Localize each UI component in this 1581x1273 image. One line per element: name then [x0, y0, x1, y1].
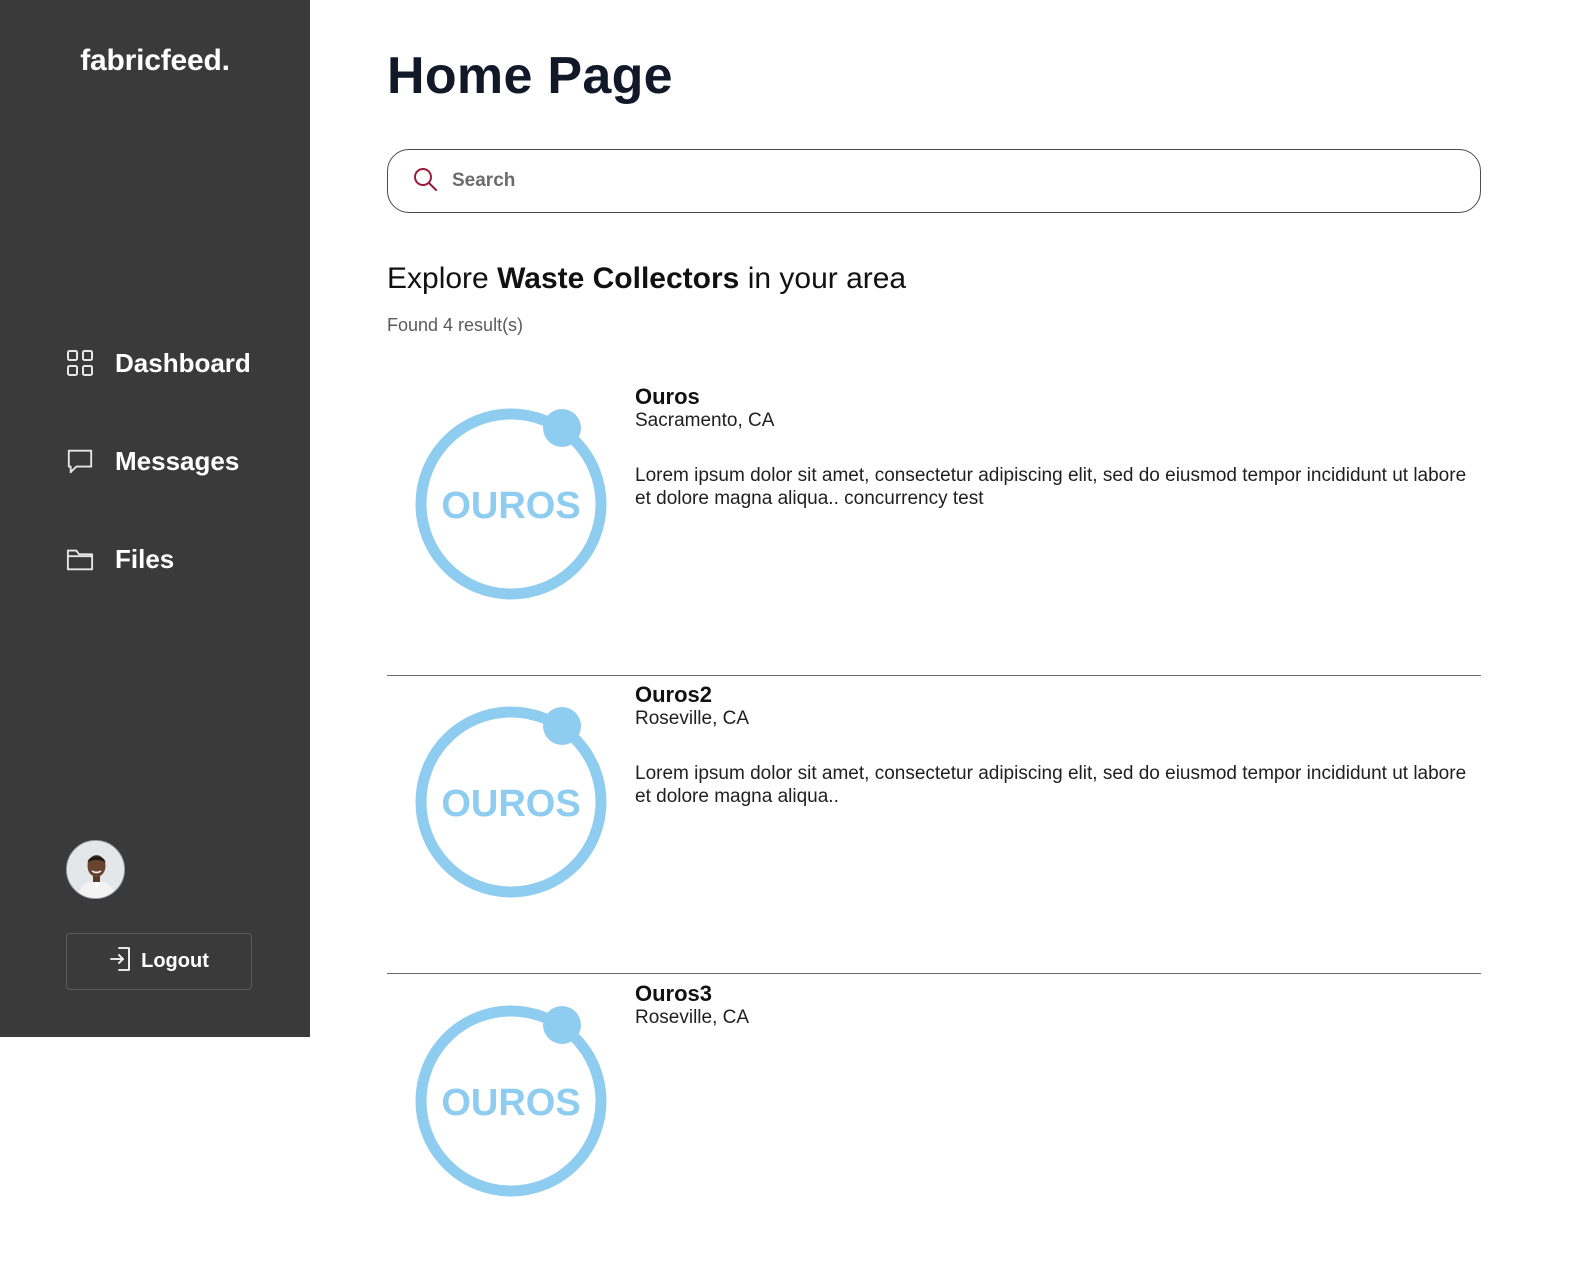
logo-text: OUROS — [441, 783, 580, 825]
heading-suffix: in your area — [739, 262, 907, 295]
search-input[interactable] — [450, 169, 1454, 193]
result-card[interactable]: OUROS Ouros3 Roseville, CA — [387, 975, 1481, 1273]
search-bar[interactable] — [387, 149, 1481, 213]
result-card[interactable]: OUROS Ouros2 Roseville, CA Lorem ipsum d… — [387, 676, 1481, 974]
company-name[interactable]: Ouros2 — [635, 682, 712, 708]
search-icon — [412, 166, 438, 197]
chat-bubble-icon — [66, 447, 94, 475]
logout-icon — [109, 946, 131, 977]
company-name[interactable]: Ouros3 — [635, 981, 712, 1007]
heading-bold: Waste Collectors — [497, 262, 740, 295]
result-card[interactable]: OUROS Ouros Sacramento, CA Lorem ipsum d… — [387, 378, 1481, 676]
section-heading: Explore Waste Collectors in your area — [387, 262, 906, 296]
sidebar: fabricfeed. Dashboard Messages Files Log… — [0, 0, 310, 1037]
page-title: Home Page — [387, 47, 673, 105]
avatar[interactable] — [66, 840, 125, 899]
company-location: Roseville, CA — [635, 708, 750, 729]
logo-text: OUROS — [441, 1082, 580, 1124]
sidebar-item-label: Messages — [115, 445, 240, 476]
sidebar-item-messages[interactable]: Messages — [66, 441, 239, 481]
logout-label: Logout — [141, 950, 209, 972]
sidebar-item-label: Dashboard — [115, 347, 251, 378]
logout-button[interactable]: Logout — [66, 933, 252, 990]
company-description: Lorem ipsum dolor sit amet, consectetur … — [635, 465, 1467, 509]
grid-icon — [66, 349, 94, 377]
logo-text: OUROS — [441, 485, 580, 527]
heading-prefix: Explore — [387, 262, 498, 295]
sidebar-item-label: Files — [115, 543, 175, 574]
folder-icon — [66, 545, 94, 573]
divider — [387, 973, 1481, 974]
company-location: Roseville, CA — [635, 1007, 750, 1028]
company-logo: OUROS — [411, 404, 611, 604]
company-description: Lorem ipsum dolor sit amet, consectetur … — [635, 763, 1467, 807]
sidebar-item-files[interactable]: Files — [66, 539, 174, 579]
sidebar-item-dashboard[interactable]: Dashboard — [66, 343, 251, 383]
brand-logo[interactable]: fabricfeed. — [0, 44, 310, 78]
company-name[interactable]: Ouros — [635, 384, 700, 410]
results-count: Found 4 result(s) — [387, 315, 524, 335]
company-location: Sacramento, CA — [635, 410, 775, 431]
company-logo: OUROS — [411, 1001, 611, 1201]
company-logo: OUROS — [411, 702, 611, 902]
